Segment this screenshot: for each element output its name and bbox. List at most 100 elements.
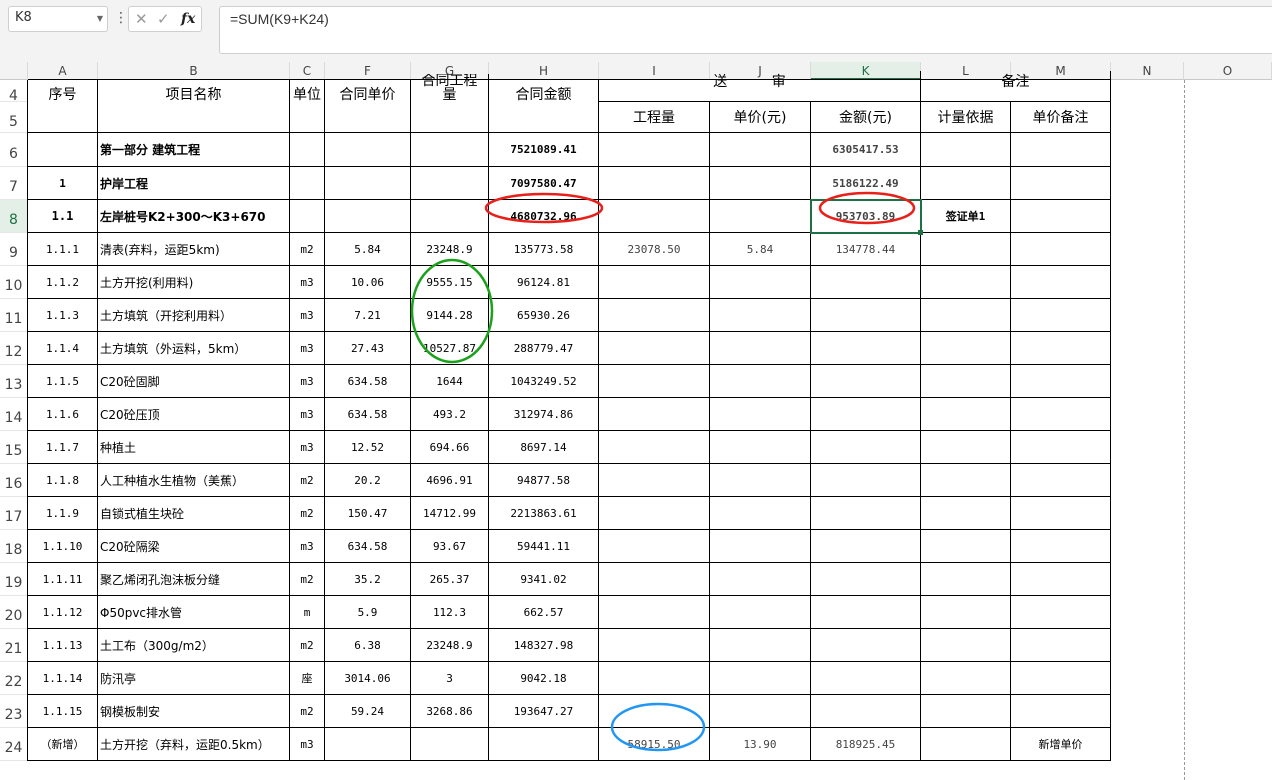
cell-i-16[interactable] (599, 464, 710, 497)
column-header-b[interactable]: B (98, 62, 290, 80)
cell-f-8[interactable] (325, 200, 411, 233)
cell-h-10[interactable]: 96124.81 (489, 266, 599, 299)
cell-f-9[interactable]: 5.84 (325, 233, 411, 266)
cell-m-21[interactable] (1011, 629, 1111, 662)
row-header-9[interactable]: 9 (0, 233, 28, 266)
row-header-7[interactable]: 7 (0, 167, 28, 200)
cell-seq-16[interactable]: 1.1.8 (28, 464, 98, 497)
cell-m-8[interactable] (1011, 200, 1111, 233)
cell-k-22[interactable] (811, 662, 921, 695)
cell-m-22[interactable] (1011, 662, 1111, 695)
cell-f-12[interactable]: 27.43 (325, 332, 411, 365)
cell-h-14[interactable]: 312974.86 (489, 398, 599, 431)
cell-f-7[interactable] (325, 167, 411, 200)
cell-j-7[interactable] (710, 167, 811, 200)
cell-j-13[interactable] (710, 365, 811, 398)
insert-function-icon[interactable]: fx (181, 11, 195, 27)
header-amount[interactable]: 金额(元) (811, 102, 921, 133)
cell-h-18[interactable]: 59441.11 (489, 530, 599, 563)
cell-h-9[interactable]: 135773.58 (489, 233, 599, 266)
cell-i-22[interactable] (599, 662, 710, 695)
cell-unit-13[interactable]: m3 (290, 365, 325, 398)
cell-f-17[interactable]: 150.47 (325, 497, 411, 530)
cell-m-9[interactable] (1011, 233, 1111, 266)
cell-unit-15[interactable]: m3 (290, 431, 325, 464)
cell-j-8[interactable] (710, 200, 811, 233)
header-contract-qty[interactable]: 合同工程量 (411, 74, 489, 133)
row-header-10[interactable]: 10 (0, 266, 28, 299)
cell-unit-14[interactable]: m3 (290, 398, 325, 431)
cell-k-18[interactable] (811, 530, 921, 563)
cell-l-18[interactable] (921, 530, 1011, 563)
cell-j-23[interactable] (710, 695, 811, 728)
row-header-19[interactable]: 19 (0, 563, 28, 596)
header-qty[interactable]: 工程量 (599, 102, 710, 133)
cell-unit-11[interactable]: m3 (290, 299, 325, 332)
cell-f-6[interactable] (325, 133, 411, 167)
cell-seq-14[interactable]: 1.1.6 (28, 398, 98, 431)
cell-name-24[interactable]: 土方开挖（弃料，运距0.5km） (98, 728, 290, 761)
cell-i-15[interactable] (599, 431, 710, 464)
cell-unit-6[interactable] (290, 133, 325, 167)
header-price[interactable]: 单价(元) (710, 102, 811, 133)
cell-k-7[interactable]: 5186122.49 (811, 167, 921, 200)
cell-g-9[interactable]: 23248.9 (411, 233, 489, 266)
cell-i-17[interactable] (599, 497, 710, 530)
cell-f-24[interactable] (325, 728, 411, 761)
cell-k-11[interactable] (811, 299, 921, 332)
cell-j-6[interactable] (710, 133, 811, 167)
cell-unit-16[interactable]: m2 (290, 464, 325, 497)
cell-m-24[interactable]: 新增单价 (1011, 728, 1111, 761)
cell-m-6[interactable] (1011, 133, 1111, 167)
cell-k-16[interactable] (811, 464, 921, 497)
cell-f-13[interactable]: 634.58 (325, 365, 411, 398)
cancel-icon[interactable]: ✕ (135, 10, 148, 28)
cell-seq-17[interactable]: 1.1.9 (28, 497, 98, 530)
cell-l-12[interactable] (921, 332, 1011, 365)
cell-k-14[interactable] (811, 398, 921, 431)
cell-m-19[interactable] (1011, 563, 1111, 596)
row-header-23[interactable]: 23 (0, 695, 28, 728)
confirm-icon[interactable]: ✓ (157, 10, 170, 28)
cell-f-19[interactable]: 35.2 (325, 563, 411, 596)
cell-g-24[interactable] (411, 728, 489, 761)
cell-i-11[interactable] (599, 299, 710, 332)
cell-seq-24[interactable]: （新增） (28, 728, 98, 761)
cell-j-21[interactable] (710, 629, 811, 662)
row-header-16[interactable]: 16 (0, 464, 28, 497)
header-contract-amount[interactable]: 合同金额 (489, 80, 599, 133)
formula-input[interactable]: =SUM(K9+K24) (219, 6, 1272, 54)
cell-g-20[interactable]: 112.3 (411, 596, 489, 629)
cell-g-21[interactable]: 23248.9 (411, 629, 489, 662)
cell-f-11[interactable]: 7.21 (325, 299, 411, 332)
fill-handle[interactable] (918, 230, 923, 235)
cell-j-14[interactable] (710, 398, 811, 431)
cell-i-9[interactable]: 23078.50 (599, 233, 710, 266)
cell-g-12[interactable]: 10527.87 (411, 332, 489, 365)
cell-h-8[interactable]: 4680732.96 (489, 200, 599, 233)
cell-h-12[interactable]: 288779.47 (489, 332, 599, 365)
cell-name-17[interactable]: 自锁式植生块砼 (98, 497, 290, 530)
row-header-13[interactable]: 13 (0, 365, 28, 398)
cell-i-19[interactable] (599, 563, 710, 596)
cell-g-19[interactable]: 265.37 (411, 563, 489, 596)
cell-k-8[interactable]: 953703.89 (811, 200, 921, 233)
cell-unit-20[interactable]: m (290, 596, 325, 629)
cell-k-20[interactable] (811, 596, 921, 629)
cell-name-6[interactable]: 第一部分 建筑工程 (98, 133, 290, 167)
cell-unit-12[interactable]: m3 (290, 332, 325, 365)
cell-h-15[interactable]: 8697.14 (489, 431, 599, 464)
cell-m-15[interactable] (1011, 431, 1111, 464)
cell-seq-23[interactable]: 1.1.15 (28, 695, 98, 728)
row-header-17[interactable]: 17 (0, 497, 28, 530)
cell-k-15[interactable] (811, 431, 921, 464)
column-header-a[interactable]: A (28, 62, 98, 80)
cell-l-20[interactable] (921, 596, 1011, 629)
cell-f-23[interactable]: 59.24 (325, 695, 411, 728)
cell-name-11[interactable]: 土方填筑（开挖利用料） (98, 299, 290, 332)
cell-j-10[interactable] (710, 266, 811, 299)
cell-g-16[interactable]: 4696.91 (411, 464, 489, 497)
cell-k-6[interactable]: 6305417.53 (811, 133, 921, 167)
cell-h-20[interactable]: 662.57 (489, 596, 599, 629)
row-header-6[interactable]: 6 (0, 133, 28, 167)
